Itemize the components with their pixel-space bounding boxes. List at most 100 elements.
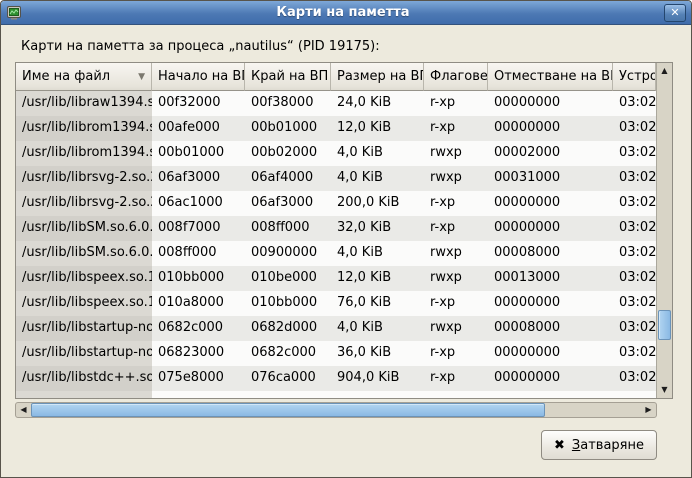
table-cell: r-xp — [424, 91, 488, 116]
table-row[interactable]: /usr/lib/librsvg-2.so.206af300006af40004… — [16, 166, 656, 191]
table-cell: 03:02 — [613, 291, 656, 316]
table-cell: 200,0 KiB — [331, 191, 424, 216]
table-cell: 76,0 KiB — [331, 291, 424, 316]
table-cell: 00000000 — [488, 216, 613, 241]
table-cell: 06af4000 — [245, 166, 331, 191]
table-cell: 00002000 — [488, 141, 613, 166]
table-cell — [331, 391, 424, 398]
table-cell: /usr/lib/librom1394.s — [16, 141, 152, 166]
close-dialog-button[interactable]: ✖ Затваряне — [541, 430, 657, 460]
table-cell: 00031000 — [488, 166, 613, 191]
table-row[interactable]: /usr/lib/libSM.so.6.0.0008f7000008ff0003… — [16, 216, 656, 241]
table-cell: 0682c000 — [152, 316, 245, 341]
table-cell: 010a8000 — [152, 291, 245, 316]
table-cell: 03:02 — [613, 91, 656, 116]
table-cell: 4,0 KiB — [331, 316, 424, 341]
vertical-scrollbar-thumb[interactable] — [658, 310, 671, 340]
table-cell: 00f38000 — [245, 91, 331, 116]
titlebar[interactable]: Карти на паметта ✕ — [1, 1, 691, 25]
close-x-icon: ✖ — [554, 438, 565, 453]
table-cell: /usr/lib/libSM.so.6.0.0 — [16, 241, 152, 266]
table-cell: 010be000 — [245, 266, 331, 291]
table-cell: 4,0 KiB — [331, 166, 424, 191]
table-cell: 010bb000 — [152, 266, 245, 291]
table-cell: 00f32000 — [152, 91, 245, 116]
scroll-down-icon[interactable]: ▼ — [657, 382, 672, 398]
column-header-7[interactable]: Устройство — [613, 63, 656, 91]
table-header-row: Име на файл▼Начало на ВПКрай на ВПРазмер… — [16, 63, 656, 91]
scroll-right-icon[interactable]: ▶ — [641, 403, 656, 417]
column-header-6[interactable]: Отместване на ВП — [488, 63, 613, 91]
table-cell: 4,0 KiB — [331, 141, 424, 166]
table-cell: 0682c000 — [245, 341, 331, 366]
table-cell — [152, 391, 245, 398]
column-header-1[interactable]: Име на файл▼ — [16, 63, 152, 91]
table-cell: 008ff000 — [245, 216, 331, 241]
table-cell: /usr/lib/libstartup-not — [16, 341, 152, 366]
table-cell — [613, 391, 656, 398]
table-cell: r-xp — [424, 366, 488, 391]
table-cell: 00900000 — [245, 241, 331, 266]
table-cell: r-xp — [424, 116, 488, 141]
table-cell: 06823000 — [152, 341, 245, 366]
table-cell: 0682d000 — [245, 316, 331, 341]
table-cell: r-xp — [424, 341, 488, 366]
vertical-scrollbar[interactable]: ▲ ▼ — [656, 63, 672, 398]
column-header-5[interactable]: Флагове — [424, 63, 488, 91]
table-cell: 03:02 — [613, 316, 656, 341]
table-row[interactable]: /usr/lib/libspeex.so.1010bb000010be00012… — [16, 266, 656, 291]
table-cell: 03:02 — [613, 116, 656, 141]
table-cell: 06af3000 — [152, 166, 245, 191]
table-cell: 00013000 — [488, 266, 613, 291]
table-row[interactable]: /usr/lib/libSM.so.6.0.0008ff000009000004… — [16, 241, 656, 266]
table-cell: 075e8000 — [152, 366, 245, 391]
table-cell: 03:02 — [613, 341, 656, 366]
table-cell: 00000000 — [488, 366, 613, 391]
table-cell: 03:02 — [613, 366, 656, 391]
table-row[interactable]: /usr/lib/libstdc++.so.075e8000076ca00090… — [16, 366, 656, 391]
table-scroll-area[interactable]: Име на файл▼Начало на ВПКрай на ВПРазмер… — [16, 63, 656, 398]
table-cell: 00000000 — [488, 191, 613, 216]
table-row[interactable]: /usr/lib/librsvg-2.so.206ac100006af30002… — [16, 191, 656, 216]
table-cell: 36,0 KiB — [331, 341, 424, 366]
table-cell: 03:02 — [613, 166, 656, 191]
table-cell: 03:02 — [613, 266, 656, 291]
table-cell: r-xp — [424, 216, 488, 241]
table-cell: 03:02 — [613, 191, 656, 216]
table-cell: 12,0 KiB — [331, 266, 424, 291]
horizontal-scrollbar-thumb[interactable] — [31, 403, 545, 417]
table-row[interactable]: /usr/lib/libspeex.so.1010a8000010bb00076… — [16, 291, 656, 316]
memory-maps-table: Име на файл▼Начало на ВПКрай на ВПРазмер… — [15, 62, 673, 399]
column-header-3[interactable]: Край на ВП — [245, 63, 331, 91]
table-cell — [488, 391, 613, 398]
table-row[interactable]: /usr/lib/librom1394.s00b0100000b020004,0… — [16, 141, 656, 166]
table-cell: /usr/lib/libstdc++.so. — [16, 366, 152, 391]
system-monitor-icon — [6, 5, 22, 21]
table-cell: /usr/lib/libspeex.so.1 — [16, 266, 152, 291]
table-cell: 00b01000 — [152, 141, 245, 166]
scroll-left-icon[interactable]: ◀ — [16, 403, 31, 417]
table-row[interactable] — [16, 391, 656, 398]
table-row[interactable]: /usr/lib/librom1394.s00afe00000b0100012,… — [16, 116, 656, 141]
table-cell: r-xp — [424, 291, 488, 316]
column-header-4[interactable]: Размер на ВП — [331, 63, 424, 91]
horizontal-scrollbar[interactable]: ◀ ▶ — [15, 402, 657, 418]
close-button-label: Затваряне — [572, 438, 644, 453]
table-cell: 00afe000 — [152, 116, 245, 141]
table-cell: 06af3000 — [245, 191, 331, 216]
table-cell: /usr/lib/libSM.so.6.0.0 — [16, 216, 152, 241]
window-title: Карти на паметта — [26, 5, 660, 20]
table-cell: rwxp — [424, 141, 488, 166]
table-row[interactable]: /usr/lib/libraw1394.s00f3200000f3800024,… — [16, 91, 656, 116]
table-cell: 008f7000 — [152, 216, 245, 241]
table-cell — [245, 391, 331, 398]
scroll-up-icon[interactable]: ▲ — [657, 63, 672, 79]
column-header-2[interactable]: Начало на ВП — [152, 63, 245, 91]
table-row[interactable]: /usr/lib/libstartup-not068230000682c0003… — [16, 341, 656, 366]
table-row[interactable]: /usr/lib/libstartup-not0682c0000682d0004… — [16, 316, 656, 341]
window-close-icon[interactable]: ✕ — [664, 4, 686, 22]
table-cell: 4,0 KiB — [331, 241, 424, 266]
table-cell: /usr/lib/librsvg-2.so.2 — [16, 166, 152, 191]
memory-maps-dialog: Карти на паметта ✕ Карти на паметта за п… — [0, 0, 692, 478]
table-cell: rwxp — [424, 241, 488, 266]
